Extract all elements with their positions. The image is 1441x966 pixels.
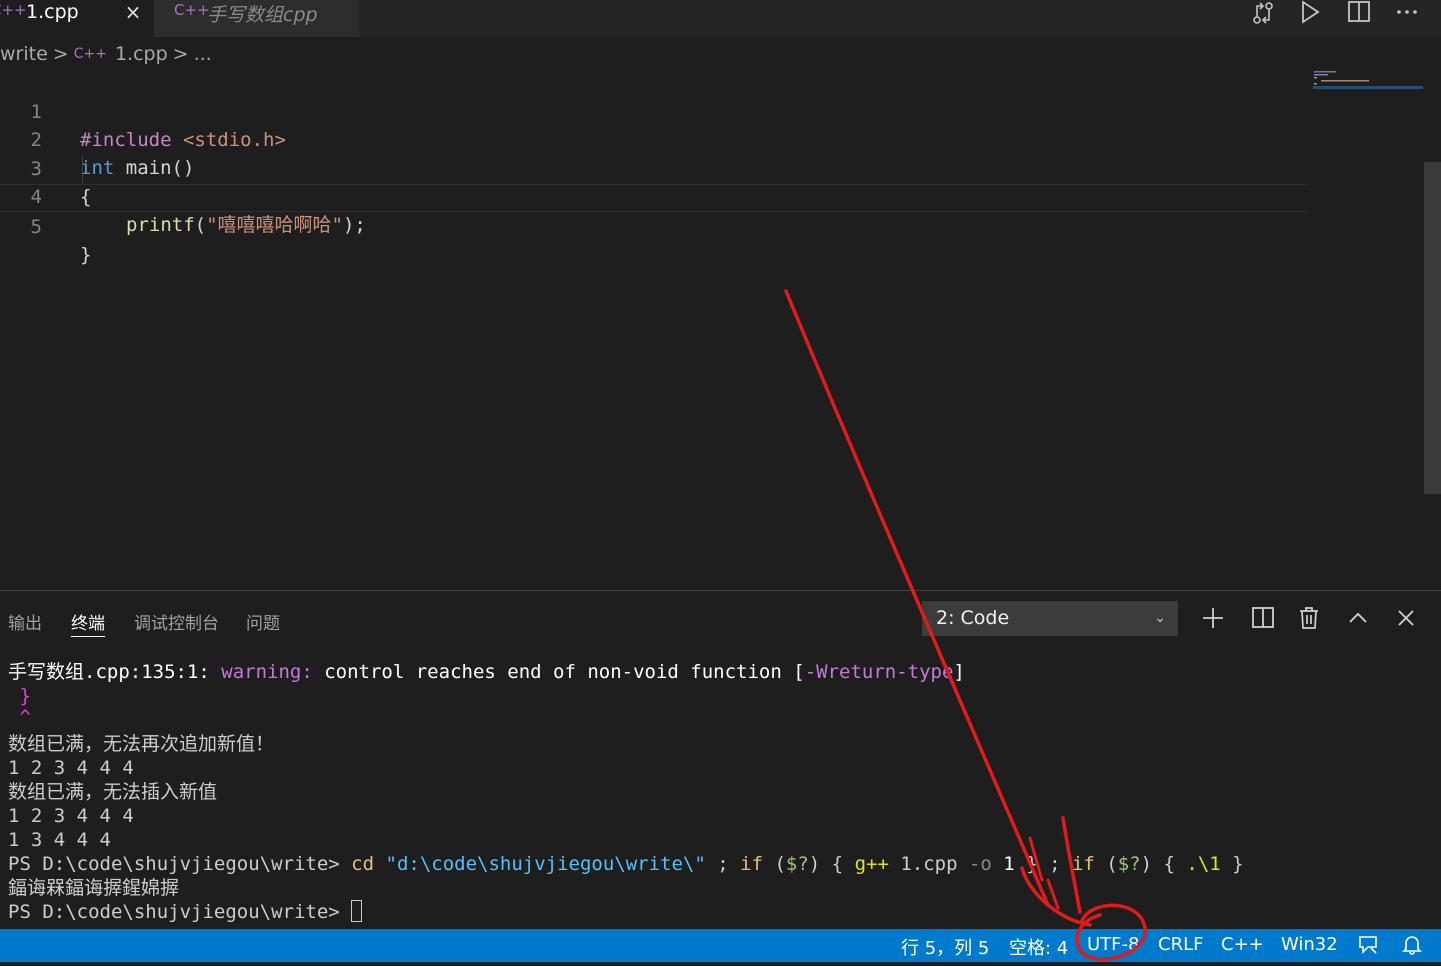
terminal-text: 手写数组.cpp:135:1: — [8, 661, 222, 683]
breadcrumb-folder[interactable]: write — [0, 43, 48, 65]
close-panel-icon[interactable] — [1394, 606, 1418, 630]
warning-label: warning: — [221, 661, 313, 683]
cpp-file-icon: C++ — [0, 1, 27, 19]
terminal-text: control reaches end of non-void function… — [312, 661, 805, 683]
terminal-text: "d:\code\shujvjiegou\write\" — [374, 853, 706, 875]
terminal-line: 手写数组.cpp:135:1: warning: control reaches… — [8, 660, 965, 684]
tab-terminal[interactable]: 终端 — [71, 609, 105, 637]
terminal-line: ^ — [8, 706, 31, 728]
tab-output[interactable]: 输出 — [8, 609, 42, 634]
code-line: 1 #include <stdio.h> — [0, 70, 1306, 151]
terminal-line: 数组已满，无法插入新值 — [8, 781, 218, 803]
code-editor[interactable]: 1 #include <stdio.h> 2 int main() 3 { 4 … — [0, 70, 1425, 590]
close-icon[interactable]: × — [122, 0, 144, 24]
terminal-text: ( — [1094, 853, 1118, 875]
terminal-text: -o — [968, 853, 992, 875]
tab-1-cpp[interactable]: C++ 1.cpp × — [0, 0, 154, 37]
terminal-select-value: 2: Code — [936, 607, 1010, 629]
breadcrumb-more[interactable]: ... — [194, 43, 212, 65]
code-line: 2 int main() — [0, 98, 1306, 179]
terminal-text: cd — [351, 853, 375, 875]
terminal-text: ) { — [808, 853, 855, 875]
terminal-cursor — [351, 900, 363, 922]
current-line: 5 } — [0, 184, 1306, 266]
more-actions-icon[interactable] — [1393, 0, 1421, 26]
terminal-text: ] — [953, 661, 965, 683]
terminal-line: 数组已满，无法再次追加新值！ — [8, 733, 275, 755]
indentation-setting[interactable]: 空格: 4 — [1009, 934, 1068, 960]
breadcrumb-separator: > — [52, 43, 69, 65]
cursor-position[interactable]: 行 5，列 5 — [901, 934, 989, 960]
terminal-text: } ; — [1014, 853, 1072, 875]
feedback-icon[interactable] — [1357, 934, 1379, 956]
cpp-file-icon: C++ — [73, 46, 107, 62]
terminal-line: 1 2 3 4 4 4 — [8, 757, 134, 779]
new-terminal-icon[interactable] — [1201, 606, 1225, 630]
chevron-down-icon: ⌄ — [1154, 610, 1166, 626]
terminal-prompt: PS D:\code\shujvjiegou\write> — [8, 853, 352, 875]
terminal-text: $? — [1117, 853, 1141, 875]
breadcrumb: write > C++ 1.cpp > ... — [0, 40, 212, 68]
tab-problems[interactable]: 问题 — [246, 609, 280, 634]
breadcrumb-file[interactable]: 1.cpp — [115, 43, 168, 65]
compare-changes-icon[interactable] — [1249, 0, 1277, 26]
terminal-text: ; — [705, 853, 741, 875]
tab-handwritten-array-cpp[interactable]: C++ 手写数组cpp — [154, 0, 359, 37]
split-editor-icon[interactable] — [1345, 0, 1373, 26]
run-icon[interactable] — [1296, 0, 1324, 26]
terminal-text: 1 — [991, 853, 1015, 875]
language-mode[interactable]: C++ — [1221, 934, 1264, 955]
terminal-text: ( — [763, 853, 786, 875]
terminal-prompt: PS D:\code\shujvjiegou\write> — [8, 901, 352, 923]
platform-config[interactable]: Win32 — [1281, 934, 1338, 955]
terminal-text: g++ — [854, 853, 889, 875]
terminal-text: .\1 — [1186, 853, 1221, 875]
notifications-bell-icon[interactable] — [1401, 934, 1423, 956]
trash-icon[interactable] — [1297, 606, 1321, 630]
terminal-line: 1 3 4 4 4 — [8, 829, 111, 851]
terminal-text: } — [1220, 853, 1244, 875]
terminal-text: ) { — [1140, 853, 1187, 875]
string-literal: "嘻嘻嘻哈啊哈" — [206, 214, 343, 236]
minimap[interactable] — [1313, 70, 1423, 90]
breadcrumb-separator: > — [172, 43, 189, 65]
line-number: 5 — [30, 216, 42, 238]
terminal-select[interactable]: 2: Code ⌄ — [922, 601, 1178, 636]
encoding-setting[interactable]: UTF-8 — [1087, 934, 1139, 955]
status-bar: 行 5，列 5 空格: 4 UTF-8 CRLF C++ Win32 — [0, 929, 1441, 962]
terminal-line[interactable]: PS D:\code\shujvjiegou\write> — [8, 900, 363, 924]
line-ending-setting[interactable]: CRLF — [1158, 934, 1203, 955]
warning-flag: -Wreturn-type — [804, 661, 954, 683]
tab-debug-console[interactable]: 调试控制台 — [134, 609, 219, 634]
bottom-panel: 输出 终端 调试控制台 问题 2: Code ⌄ 手写数组.cpp:135:1:… — [0, 590, 1441, 929]
terminal-text: if — [1071, 853, 1095, 875]
code-line: 3 { — [0, 127, 1306, 208]
terminal-line: PS D:\code\shujvjiegou\write> cd "d:\cod… — [8, 852, 1244, 876]
cpp-file-icon: C++ — [174, 1, 210, 19]
terminal-text: 1.cpp — [888, 853, 969, 875]
indent-guide — [82, 155, 83, 183]
editor-tab-bar: C++ 1.cpp × C++ 手写数组cpp — [0, 0, 1441, 37]
maximize-panel-icon[interactable] — [1346, 606, 1370, 630]
scrollbar-thumb[interactable] — [1424, 162, 1441, 494]
split-terminal-icon[interactable] — [1251, 606, 1275, 630]
terminal-text: $? — [785, 853, 809, 875]
paren: ); — [342, 214, 366, 236]
tab-label: 手写数组cpp — [207, 4, 318, 26]
function-call: printf — [126, 214, 195, 236]
close-brace: } — [80, 244, 92, 266]
code-line: 4 printf("嘻嘻嘻哈啊哈"); — [0, 155, 1306, 236]
terminal-line: 鍢诲槑鍢诲搱鍟婂搱 — [8, 877, 180, 899]
tab-label: 1.cpp — [26, 1, 79, 23]
terminal-line: 1 2 3 4 4 4 — [8, 805, 134, 827]
terminal-text: if — [740, 853, 764, 875]
paren: ( — [194, 214, 207, 236]
